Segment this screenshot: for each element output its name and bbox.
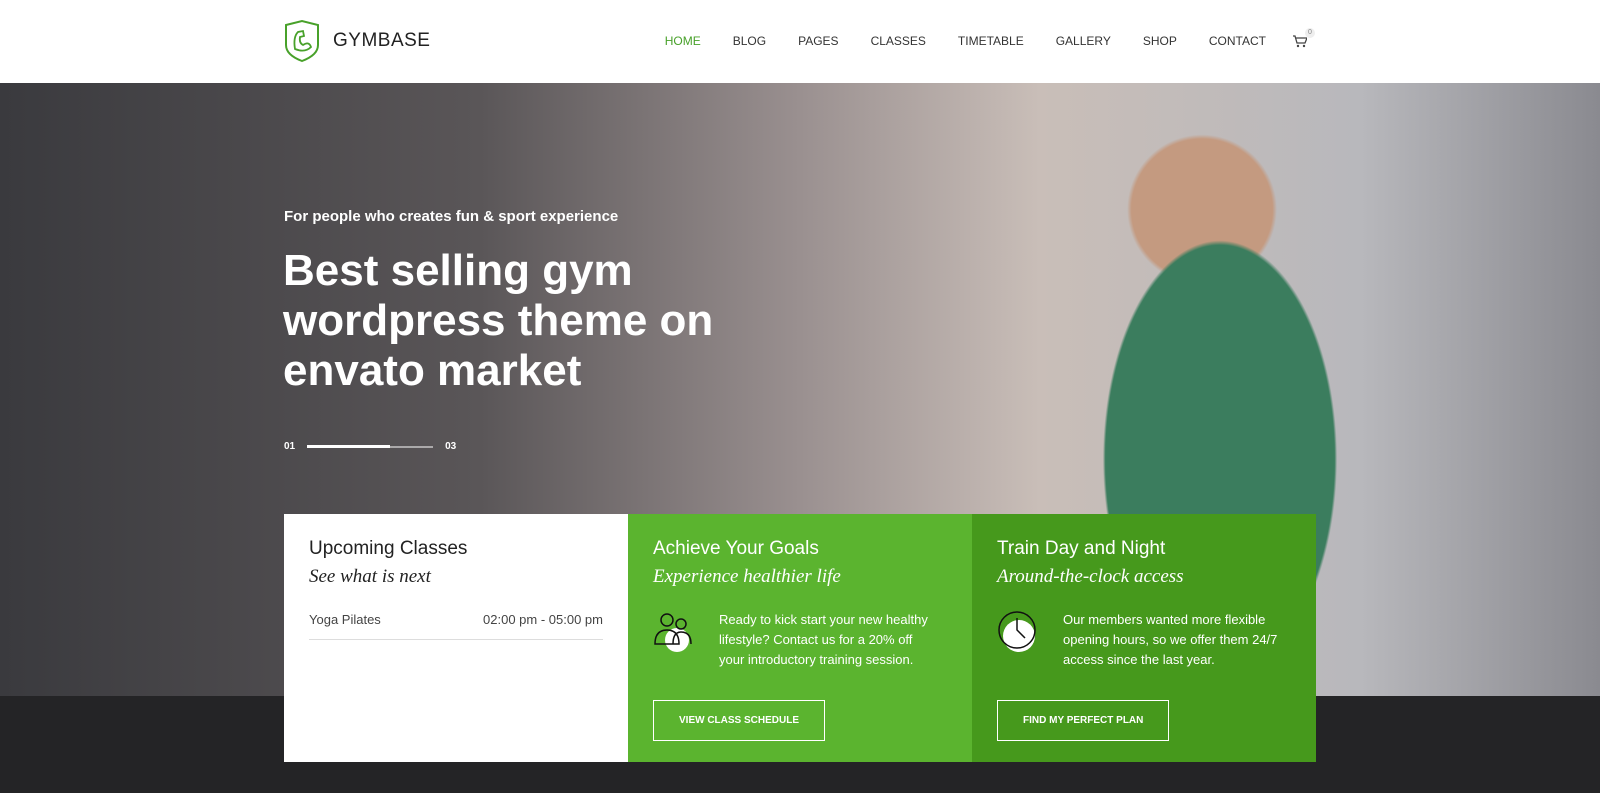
box-title: Achieve Your Goals [653,538,819,559]
goals-box: Achieve Your Goals Experience healthier … [628,514,972,762]
class-time: 02:00 pm - 05:00 pm [483,612,603,627]
feature-boxes: Upcoming Classes See what is next Yoga P… [284,514,1316,762]
slide-total: 03 [445,441,457,452]
cart-icon[interactable] [1293,35,1307,48]
hero-subtitle: For people who creates fun & sport exper… [284,208,619,225]
header: GYMBASE HOME BLOG PAGES CLASSES TIMETABL… [0,0,1600,83]
shield-logo-icon [285,19,319,63]
nav-blog[interactable]: BLOG [733,34,766,48]
nav-timetable[interactable]: TIMETABLE [958,34,1024,48]
box-title: Upcoming Classes [309,538,468,559]
cart-count-badge: 0 [1305,28,1315,38]
slide-current: 01 [284,441,296,452]
nav-home[interactable]: HOME [665,34,701,48]
class-row[interactable]: Yoga Pilates 02:00 pm - 05:00 pm [309,612,603,640]
box-subtitle: See what is next [309,566,431,587]
logo[interactable]: GYMBASE [283,19,430,63]
box-title: Train Day and Night [997,538,1166,559]
box-text: Our members wanted more flexible opening… [1063,612,1278,667]
slide-indicator[interactable]: 01 03 [284,441,456,452]
nav-gallery[interactable]: GALLERY [1056,34,1111,48]
logo-text: GYMBASE [333,30,431,51]
view-class-schedule-button[interactable]: VIEW CLASS SCHEDULE [653,700,826,741]
upcoming-classes-box: Upcoming Classes See what is next Yoga P… [284,514,628,762]
nav-contact[interactable]: CONTACT [1209,34,1266,48]
train-box: Train Day and Night Around-the-clock acc… [972,514,1316,762]
class-name: Yoga Pilates [309,612,381,627]
find-my-perfect-plan-button[interactable]: FIND MY PERFECT PLAN [997,700,1170,741]
main-nav: HOME BLOG PAGES CLASSES TIMETABLE GALLER… [665,34,1266,48]
nav-shop[interactable]: SHOP [1143,34,1177,48]
hero-title: Best selling gym wordpress theme on enva… [283,246,714,395]
box-subtitle: Experience healthier life [653,566,841,587]
nav-pages[interactable]: PAGES [798,34,838,48]
box-text: Ready to kick start your new healthy lif… [719,612,928,667]
slide-progress[interactable] [307,444,434,448]
people-icon [654,613,692,652]
box-subtitle: Around-the-clock access [997,566,1184,587]
nav-classes[interactable]: CLASSES [871,34,926,48]
clock-icon [998,611,1036,652]
